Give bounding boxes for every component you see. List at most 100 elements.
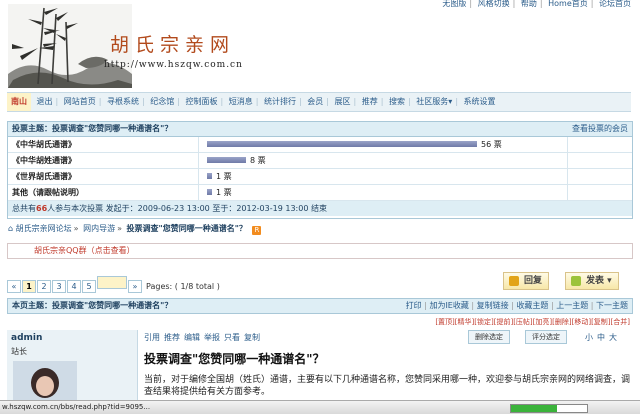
nav-community-services[interactable]: 社区服务▾ [413,93,455,111]
nav-recommend[interactable]: 推荐 [359,93,381,111]
edit-link[interactable]: 编辑 [184,333,204,342]
quote-link[interactable]: 引用 [144,333,164,342]
poll-bar-cell: 1 票 [198,169,568,184]
poll-option-row: 《世界胡氏通谱》 1 票 [8,169,632,185]
font-size-switcher: 小中大 [585,332,621,343]
moderation-action[interactable]: [移动] [572,318,591,326]
moderation-action[interactable]: [置顶] [435,318,454,326]
delete-selected-button[interactable]: 删除选定 [468,330,510,344]
moderation-action[interactable]: [精华] [455,318,474,326]
next-topic-link[interactable]: 下一主题 [596,301,628,310]
moderation-action[interactable]: [提前] [494,318,513,326]
qq-group-link[interactable]: 胡氏宗亲QQ群（点击查看） [8,246,135,255]
prev-topic-link[interactable]: 上一主题 [556,301,588,310]
site-url: http://www.hszqw.com.cn [104,60,243,70]
breadcrumb-forum[interactable]: 胡氏宗亲网论坛 [16,224,72,233]
poll-voter-count: 66 [36,204,48,213]
site-header: 胡氏宗亲网 http://www.hszqw.com.cn [0,0,640,90]
reply-button[interactable]: 回复 [503,272,550,290]
poll-box: 投票主题：投票调查"您赞同哪一种通谱名"？ 查看投票的会员 《中华胡氏通谱》 56… [7,121,633,219]
nav-stats[interactable]: 统计排行 [261,93,299,111]
poll-option-label: 《中华胡姓通谱》 [12,156,76,165]
moderation-action[interactable]: [加亮] [533,318,552,326]
font-large-link[interactable]: 大 [609,333,621,342]
rss-icon[interactable]: R [252,226,262,235]
rate-selected-button[interactable]: 评分选定 [525,330,567,344]
nav-site-home[interactable]: 网站首页 [61,93,99,111]
poll-bar [207,141,477,147]
moderation-action[interactable]: [压帖] [513,318,532,326]
browser-status-bar: w.hszqw.com.cn/bbs/read.php?tid=9095... [0,400,640,414]
view-voters-link[interactable]: 查看投票的会员 [572,122,628,136]
post-topic-title: 本页主题：投票调查"您赞同哪一种通谱名"？ [12,301,173,310]
moderation-action[interactable]: [合并] [611,318,630,326]
author-only-link[interactable]: 只看 [224,333,244,342]
poll-vote-count: 1 票 [216,188,232,197]
nav-exhibit[interactable]: 展区 [332,93,354,111]
status-url: w.hszqw.com.cn/bbs/read.php?tid=9095... [2,403,151,411]
poll-bar-cell: 8 票 [198,153,568,168]
nav-system-settings[interactable]: 系统设置 [461,93,499,111]
poll-bar [207,157,246,163]
page-number-5[interactable]: 5 [82,280,96,293]
poll-option-row: 《中华胡姓通谱》 8 票 [8,153,632,169]
bookmark-topic-link[interactable]: 收藏主题 [516,301,548,310]
page-first[interactable]: « [7,280,21,293]
poll-options: 《中华胡氏通谱》 56 票《中华胡姓通谱》 8 票《世界胡氏通谱》 1 票其他（请跟帖… [8,137,632,201]
author-name[interactable]: admin [11,333,42,343]
poll-subject: 投票主题：投票调查"您赞同哪一种通谱名"？ [12,124,173,133]
progress-fill [511,405,557,412]
font-small-link[interactable]: 小 [585,333,597,342]
add-favorite-link[interactable]: 加为IE收藏 [429,301,468,310]
nav-messages[interactable]: 短消息 [226,93,256,111]
copy-link[interactable]: 复制链接 [477,301,509,310]
post-header: 本页主题：投票调查"您赞同哪一种通谱名"？ 打印 | 加为IE收藏 | 复制链接… [7,298,633,314]
poll-vote-count: 8 票 [250,156,266,165]
pagination: «1 2 3 4 5 » Pages: ( 1/8 total ) [7,276,220,293]
page-number-2[interactable]: 2 [37,280,51,293]
copy-post-link[interactable]: 复制 [244,333,264,342]
page-number-3[interactable]: 3 [52,280,66,293]
poll-option-label: 《世界胡氏通谱》 [12,172,76,181]
post-body: 当前，对于编修全国胡（姓氏）通谱，主要有以下几种通谱名称，您赞同采用哪一种，欢迎… [144,375,631,397]
post-operations: 引用 推荐 编辑 举报 只看 复制 [144,332,264,343]
site-title: 胡氏宗亲网 [110,34,236,56]
moderation-action[interactable]: [删除] [552,318,571,326]
home-icon: ⌂ [8,224,14,233]
report-link[interactable]: 举报 [204,333,224,342]
poll-bar-cell: 56 票 [198,137,568,152]
nav-search[interactable]: 搜索 [386,93,408,111]
font-medium-link[interactable]: 中 [597,333,609,342]
breadcrumb-section[interactable]: 网内导游 [83,224,115,233]
poll-vote-count: 1 票 [216,172,232,181]
moderation-action[interactable]: [锁定] [474,318,493,326]
nav-logout[interactable]: 退出 [34,93,56,111]
nav-memorial[interactable]: 纪念馆 [147,93,177,111]
nav-members[interactable]: 会员 [304,93,326,111]
poll-vote-count: 56 票 [481,140,502,149]
nav-control-panel[interactable]: 控制面板 [183,93,221,111]
post-title: 投票调查"您赞同哪一种通谱名"？ [144,352,325,366]
moderation-action[interactable]: [复制] [591,318,610,326]
poll-option-label: 《中华胡氏通谱》 [12,140,76,149]
page-info: Pages: ( 1/8 total ) [146,282,220,291]
plus-icon [571,276,581,286]
chevron-down-icon: ▾ [607,276,612,286]
poll-option-row: 其他（请跟帖说明） 1 票 [8,185,632,201]
chevron-down-icon: ▾ [448,97,453,106]
nav-root-search[interactable]: 寻根系统 [104,93,142,111]
page-number-4[interactable]: 4 [67,280,81,293]
page-number-1[interactable]: 1 [22,280,36,293]
poll-header: 投票主题：投票调查"您赞同哪一种通谱名"？ 查看投票的会员 [8,122,632,137]
new-post-button[interactable]: 发表 ▾ [565,272,619,290]
author-role: 站长 [11,347,27,356]
page-jump-input[interactable] [97,276,127,289]
nav-username[interactable]: 南山 [7,93,31,111]
poll-bar [207,189,212,195]
print-link[interactable]: 打印 [406,301,422,310]
breadcrumb-topic[interactable]: 投票调查"您赞同哪一种通谱名"？ [127,224,247,233]
poll-option-label: 其他（请跟帖说明） [12,188,84,197]
recommend-link[interactable]: 推荐 [164,333,184,342]
poll-footer: 总共有66人参与本次投票 发起于：2009-06-23 13:00 至于：201… [8,201,632,216]
page-last[interactable]: » [128,280,142,293]
